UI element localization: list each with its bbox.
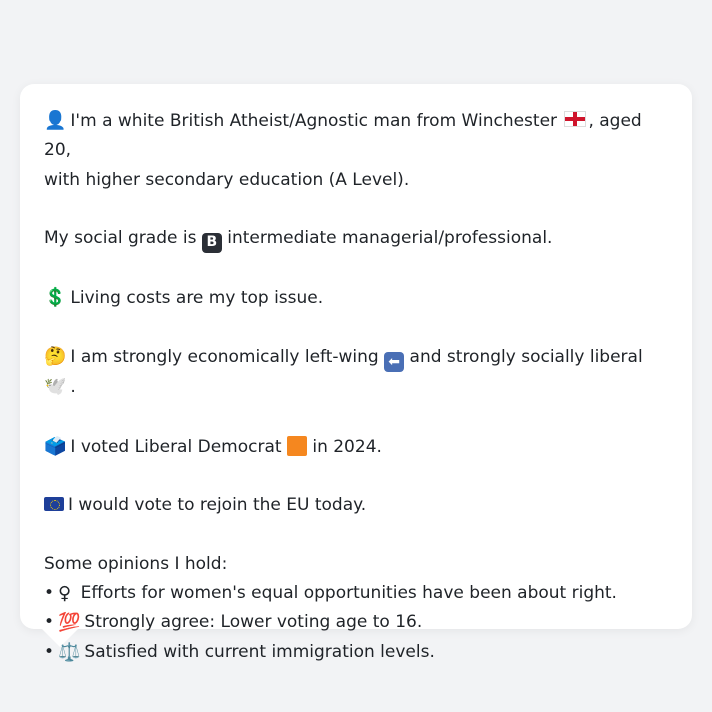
opinions-section: Some opinions I hold: • ♀ Efforts for wo… (44, 550, 664, 668)
eu-paragraph: I would vote to rejoin the EU today. (44, 491, 664, 520)
bullet-icon: • (44, 612, 55, 633)
opinion-item: • ⚖️ Satisfied with current immigration … (44, 638, 664, 667)
person-icon: 👤 (44, 110, 67, 131)
opinion-text: Efforts for women's equal opportunities … (80, 583, 617, 604)
bullet-icon: • (44, 583, 55, 604)
intro-line: I'm a white British Atheist/Agnostic man… (70, 111, 558, 131)
social-grade-prefix: My social grade is (44, 228, 197, 249)
ideology-middle: and strongly socially liberal (409, 347, 643, 368)
social-grade-suffix: intermediate managerial/professional. (227, 228, 553, 249)
scales-icon: ⚖️ (58, 641, 81, 663)
opinions-heading: Some opinions I hold: (44, 553, 228, 574)
ballot-box-icon: 🗳️ (44, 435, 67, 457)
vote-paragraph: 🗳️ I voted Liberal Democrat in 2024. (44, 432, 664, 462)
intro-paragraph: 👤 I'm a white British Atheist/Agnostic ma… (44, 106, 664, 195)
dove-icon: 🕊️ (44, 376, 67, 398)
dollar-icon: 💲 (44, 286, 67, 308)
eu-flag-icon (44, 497, 64, 512)
hundred-points-icon: 💯 (58, 612, 81, 634)
thinking-face-icon: 🤔 (44, 346, 67, 368)
profile-text: 👤 I'm a white British Atheist/Agnostic ma… (44, 106, 664, 667)
england-flag-icon (564, 111, 587, 127)
b-button-icon: B (201, 232, 222, 253)
top-issue: Living costs are my top issue. (70, 287, 324, 308)
bullet-icon: • (44, 641, 55, 662)
social-grade-paragraph: My social grade is B intermediate manage… (44, 224, 664, 253)
ideology-prefix: I am strongly economically left-wing (70, 347, 379, 368)
vote-suffix: in 2024. (312, 436, 382, 457)
ideology-end: . (70, 377, 76, 398)
eu-text: I would vote to rejoin the EU today. (68, 495, 367, 516)
opinion-item: • ♀ Efforts for women's equal opportunit… (44, 579, 664, 608)
opinion-text: Strongly agree: Lower voting age to 16. (84, 612, 423, 633)
intro-education: with higher secondary education (A Level… (44, 169, 410, 190)
opinion-text: Satisfied with current immigration level… (84, 641, 435, 662)
female-sign-icon: ♀ (58, 583, 72, 605)
opinion-item: • 💯 Strongly agree: Lower voting age to … (44, 608, 664, 637)
left-arrow-icon: ⬅ (384, 352, 405, 373)
orange-square-icon (286, 435, 307, 456)
top-issue-paragraph: 💲 Living costs are my top issue. (44, 283, 664, 313)
ideology-paragraph: 🤔 I am strongly economically left-wing ⬅ … (44, 342, 664, 403)
opinions-list: • ♀ Efforts for women's equal opportunit… (44, 579, 664, 667)
vote-prefix: I voted Liberal Democrat (70, 436, 282, 457)
